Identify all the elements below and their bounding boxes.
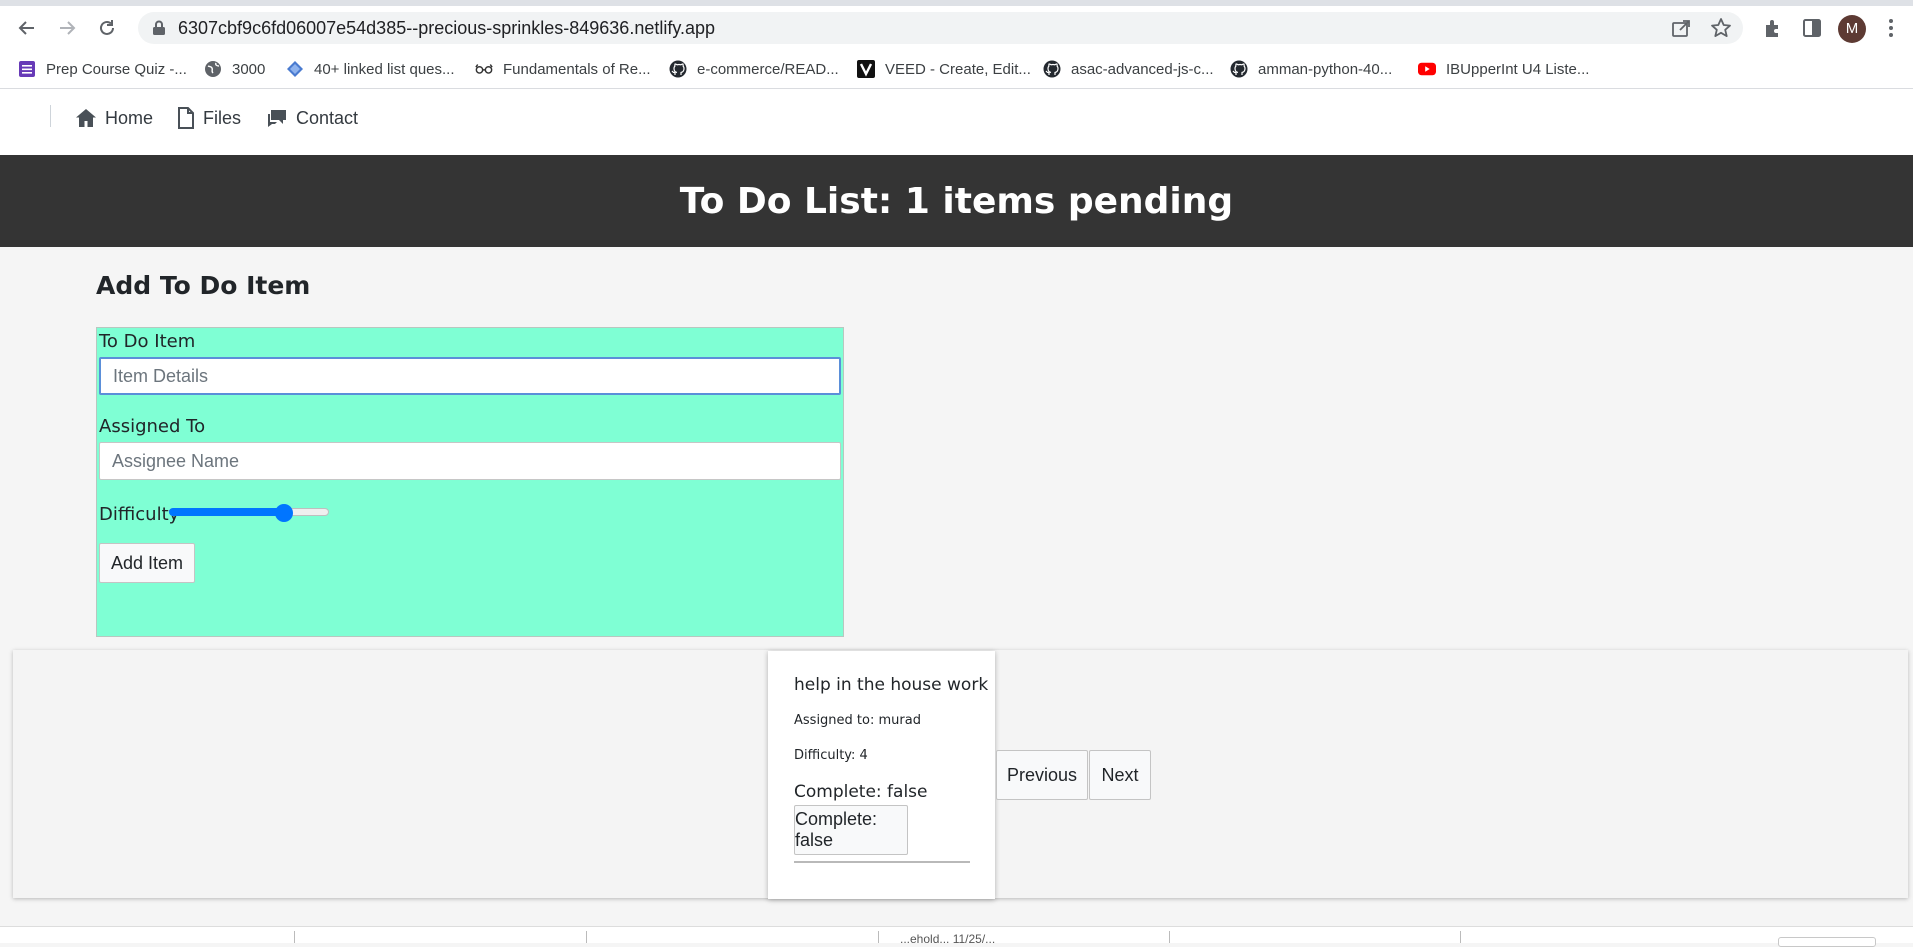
bookmark-item[interactable]: 40+ linked list ques...	[286, 50, 455, 88]
add-item-form: To Do Item Assigned To Difficulty Add It…	[96, 327, 844, 637]
quiz-icon	[18, 60, 36, 78]
back-arrow-icon	[18, 21, 34, 35]
github-icon	[1043, 60, 1061, 78]
file-icon	[178, 107, 194, 129]
extensions-icon[interactable]	[1762, 17, 1784, 39]
slider-fill	[169, 508, 284, 516]
card-divider	[794, 861, 970, 863]
todo-assignee: Assigned to: murad	[794, 713, 921, 728]
github-icon	[669, 60, 687, 78]
page-title: To Do List: 1 items pending	[679, 180, 1234, 222]
bookmark-item[interactable]: IBUpperInt U4 Liste...	[1418, 50, 1589, 88]
reload-icon	[100, 20, 114, 35]
item-label: To Do Item	[99, 331, 196, 352]
footer-separator	[878, 931, 879, 943]
bookmarks-bar: Prep Course Quiz -... 3000 40+ linked li…	[0, 50, 1913, 89]
address-bar[interactable]: 6307cbf9c6fd06007e54d385--precious-sprin…	[138, 12, 1743, 44]
side-panel-icon[interactable]	[1801, 17, 1823, 39]
nav-contact-link[interactable]: Contact	[266, 106, 358, 130]
footer-separator	[1460, 931, 1461, 943]
todo-card: help in the house work Assigned to: mura…	[768, 651, 995, 899]
site-navbar: Home Files Contact	[0, 89, 1913, 155]
header-banner: To Do List: 1 items pending	[0, 155, 1913, 247]
todo-complete-status: Complete: false	[794, 782, 928, 802]
bookmark-item[interactable]: e-commerce/READ...	[669, 50, 839, 88]
github-icon	[1230, 60, 1248, 78]
globe-icon	[204, 60, 222, 78]
forward-arrow-icon	[60, 21, 76, 35]
star-icon[interactable]	[1710, 17, 1732, 39]
footer-separator	[586, 931, 587, 943]
back-button[interactable]	[13, 14, 41, 42]
more-menu-icon[interactable]	[1880, 17, 1902, 39]
assignee-label: Assigned To	[99, 416, 206, 437]
footer-text: ...ehold... 11/25/...	[900, 932, 996, 946]
comments-icon	[268, 110, 286, 127]
add-item-button[interactable]: Add Item	[99, 543, 195, 583]
form-title: Add To Do Item	[96, 271, 311, 300]
bookmark-item[interactable]: amman-python-40...	[1230, 50, 1392, 88]
url-text: 6307cbf9c6fd06007e54d385--precious-sprin…	[178, 18, 716, 38]
previous-page-button[interactable]: Previous	[996, 750, 1088, 800]
item-details-input[interactable]	[99, 357, 841, 395]
bookmark-item[interactable]: 3000	[204, 50, 265, 88]
difficulty-label: Difficulty	[99, 504, 180, 525]
nav-files-link[interactable]: Files	[177, 106, 241, 130]
bookmark-item[interactable]: Prep Course Quiz -...	[18, 50, 187, 88]
browser-toolbar: 6307cbf9c6fd06007e54d385--precious-sprin…	[0, 6, 1913, 50]
footer-bar: ...ehold... 11/25/...	[0, 926, 1913, 947]
nav-divider	[50, 105, 51, 127]
nav-home-link[interactable]: Home	[75, 106, 153, 130]
footer-control[interactable]	[1778, 937, 1876, 947]
glasses-icon	[475, 60, 493, 78]
slider-thumb[interactable]	[275, 504, 293, 522]
footer-separator	[294, 931, 295, 943]
footer-separator	[1169, 931, 1170, 943]
bookmark-item[interactable]: asac-advanced-js-c...	[1043, 50, 1214, 88]
bookmark-item[interactable]: Fundamentals of Re...	[475, 50, 651, 88]
youtube-icon	[1418, 60, 1436, 78]
lock-icon	[153, 20, 165, 35]
bookmark-item[interactable]: VEED - Create, Edit...	[857, 50, 1031, 88]
reload-button[interactable]	[93, 14, 121, 42]
profile-avatar[interactable]: M	[1838, 15, 1866, 43]
todo-difficulty: Difficulty: 4	[794, 748, 868, 763]
forward-button[interactable]	[53, 14, 81, 42]
veed-icon	[857, 60, 875, 78]
difficulty-slider[interactable]	[169, 504, 329, 522]
todo-text: help in the house work	[794, 675, 989, 695]
home-icon	[76, 109, 96, 127]
assignee-input[interactable]	[99, 442, 841, 480]
diamond-icon	[286, 60, 304, 78]
share-icon[interactable]	[1670, 17, 1692, 39]
next-page-button[interactable]: Next	[1089, 750, 1151, 800]
toggle-complete-button[interactable]: Complete: false	[794, 805, 908, 855]
